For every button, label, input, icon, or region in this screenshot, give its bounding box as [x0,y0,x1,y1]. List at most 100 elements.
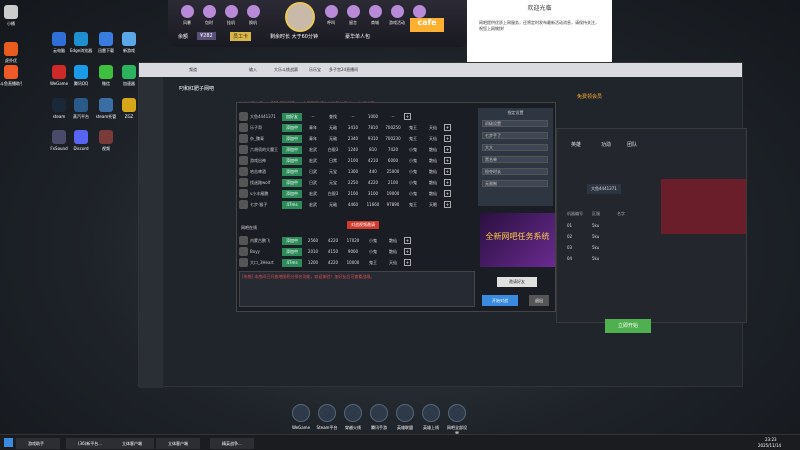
desktop-icon[interactable]: 新游戏 [118,32,140,54]
desktop-icon[interactable]: steam托管 [95,98,117,120]
add-icon[interactable]: + [444,201,451,208]
topbar-button[interactable]: 游戏活动 [388,5,406,26]
add-icon[interactable]: + [404,259,411,266]
panel-field[interactable]: 初级设置 [482,120,548,127]
game-list-cell[interactable]: 03 [567,245,572,250]
desktop-icon[interactable]: 蒸汽平台 [70,98,92,120]
add-icon[interactable]: + [444,146,451,153]
taskbar-item[interactable]: (36)新平台... [66,438,110,449]
add-icon[interactable]: + [404,237,411,244]
add-icon[interactable]: + [444,157,451,164]
topbar-button[interactable]: 商城 [366,5,384,26]
add-icon[interactable]: + [444,179,451,186]
player-row[interactable]: 游戏出神 添加中 宏武 日常 2100 4210 6000 小鬼 散仙 + [239,155,475,166]
player-row[interactable]: 大鱼4441371 加好友 -- 查找 -- 1000 -- + [239,111,475,122]
desktop-icon[interactable]: 腾讯QQ [70,65,92,87]
desktop-icon[interactable]: 虎扑优 [0,42,22,64]
topbar-button[interactable]: 换机 [244,5,262,26]
player-row[interactable]: 杂_魏青 添加中 青年 无敌 2340 9310 700230 鬼王 天仙 + [239,133,475,144]
free-member-button[interactable]: 免费领会员 [577,93,602,100]
game-list-cell[interactable]: 5ku [592,256,599,261]
desktop-icon[interactable]: 加速器 [118,65,140,87]
game-list-cell[interactable]: 5ku [592,245,599,250]
tab-1[interactable]: 频道 [189,67,197,73]
topbar-button[interactable]: 包时 [200,5,218,26]
start-now-button[interactable]: 立即开始 [605,319,651,333]
dock-item[interactable]: 英雄上线 [420,404,442,431]
desktop-icon[interactable]: ZGZ [118,98,140,119]
start-button[interactable]: 开始对战 [482,295,518,306]
player-tag[interactable]: 47ms [282,200,302,209]
topbar-button[interactable]: 挂机 [222,5,240,26]
player-tag[interactable]: 添加中 [282,236,302,245]
topbar-button[interactable]: 呼叫 [322,5,340,26]
tab-2[interactable]: 输入 [249,67,257,73]
taskbar-item[interactable]: 立体客户端 [110,438,154,449]
taskbar-item[interactable]: 游戏助手 [16,438,60,449]
player-row[interactable]: v小丰雁鹏 添加中 宏武 白银3 2100 3100 19000 小鬼 散仙 + [239,188,475,199]
desktop-icon[interactable]: Discord [70,130,92,151]
dock-item[interactable]: 穿越火线 [342,404,364,431]
player-tag[interactable]: 添加中 [282,123,302,132]
desktop-icon[interactable]: FxSound [48,130,70,151]
panel-field[interactable]: 大大 [482,144,548,151]
game-list-cell[interactable]: 01 [567,223,572,228]
cancel-button[interactable]: 退出 [529,295,549,306]
dock-item[interactable]: 英雄联盟 [394,404,416,431]
invite-banner[interactable]: 对战视频邀请 [347,221,379,229]
desktop-icon[interactable]: Edge浏览器 [70,32,92,54]
add-icon[interactable]: + [444,124,451,131]
player-row[interactable]: 六胡须的大魔王 添加中 宏武 白银3 1240 810 7420 小鬼 散仙 + [239,144,475,155]
player-tag[interactable]: 添加中 [282,189,302,198]
topbar-button[interactable]: 风暴 [178,5,196,26]
player-tag[interactable]: 添加中 [282,178,302,187]
desktop-icon[interactable]: WeGame [48,65,70,86]
dock-item[interactable]: 网吧全部设置 [446,404,468,437]
add-icon[interactable]: + [404,113,411,120]
add-icon[interactable]: + [444,190,451,197]
player-row[interactable]: 七步·猴子 47ms 宏武 无敌 4460 11660 97890 鬼王 天眼 + [239,199,475,210]
tab-3[interactable]: 大乐斗挑战赛 [274,67,298,73]
player-row[interactable]: 乐子哥 添加中 青年 无敌 3410 7810 700250 鬼王 天仙 + [239,122,475,133]
tab-4[interactable]: 乐乐宝 [309,67,321,73]
player-row[interactable]: 哈苦啤酒 添加中 日武 元宝 1300 440 25000 小鬼 散仙 + [239,166,475,177]
share-button[interactable]: 邀请好友 [497,277,537,287]
player-row[interactable]: 大口_3Heart 47ms 1200 4220 10000 鬼王 天仙 + [239,257,475,268]
panel-field[interactable]: 无限制 [482,180,548,187]
player-tag[interactable]: 47ms [282,258,302,267]
player-tag[interactable]: 添加中 [282,134,302,143]
desktop-icon[interactable]: 云电脑 [48,32,70,54]
game-list-cell[interactable]: 5ku [592,234,599,239]
player-tag[interactable]: 添加中 [282,156,302,165]
game-tab-3[interactable]: 团队 [627,141,637,148]
player-tag[interactable]: 添加中 [282,145,302,154]
game-list-cell[interactable]: 04 [567,256,572,261]
panel-field[interactable]: 七步手了 [482,132,548,139]
dock-item[interactable]: 腾讯手游 [368,404,390,431]
start-icon[interactable] [4,438,13,447]
desktop-icon[interactable]: 迅雷下载 [95,32,117,54]
desktop-icon[interactable]: 斗鱼直播助手 [0,65,22,87]
game-tab-2[interactable]: 功勋 [601,141,611,148]
dock-item[interactable]: WeGame [290,404,312,430]
dock-item[interactable]: Steam平台 [316,404,338,431]
topbar-button[interactable]: 留言 [344,5,362,26]
avatar[interactable] [285,2,315,32]
desktop-icon-1[interactable]: 小桶 [0,5,22,27]
panel-field[interactable]: 黑名单 [482,156,548,163]
add-icon[interactable]: + [444,168,451,175]
tab-5[interactable]: 多子宫2d直播间 [329,67,358,73]
player-row[interactable]: 找迷路wolf 添加中 日武 元宝 2250 4220 2100 小鬼 散仙 + [239,177,475,188]
player-tag[interactable]: 添加中 [282,167,302,176]
add-icon[interactable]: + [444,135,451,142]
game-list-cell[interactable]: 5ku [592,223,599,228]
taskbar-item[interactable]: 立体客户端 [156,438,200,449]
player-tag[interactable]: 添加中 [282,247,302,256]
taskbar-item[interactable]: 精英战争... [210,438,254,449]
player-row[interactable]: Boyy 添加中 2010 4150 9000 小鬼 散仙 + [239,246,475,257]
game-list-cell[interactable]: 02 [567,234,572,239]
desktop-icon[interactable]: 微信 [95,65,117,87]
add-icon[interactable]: + [404,248,411,255]
desktop-icon[interactable]: steam [48,98,70,119]
panel-field[interactable]: 抢夺时长 [482,168,548,175]
